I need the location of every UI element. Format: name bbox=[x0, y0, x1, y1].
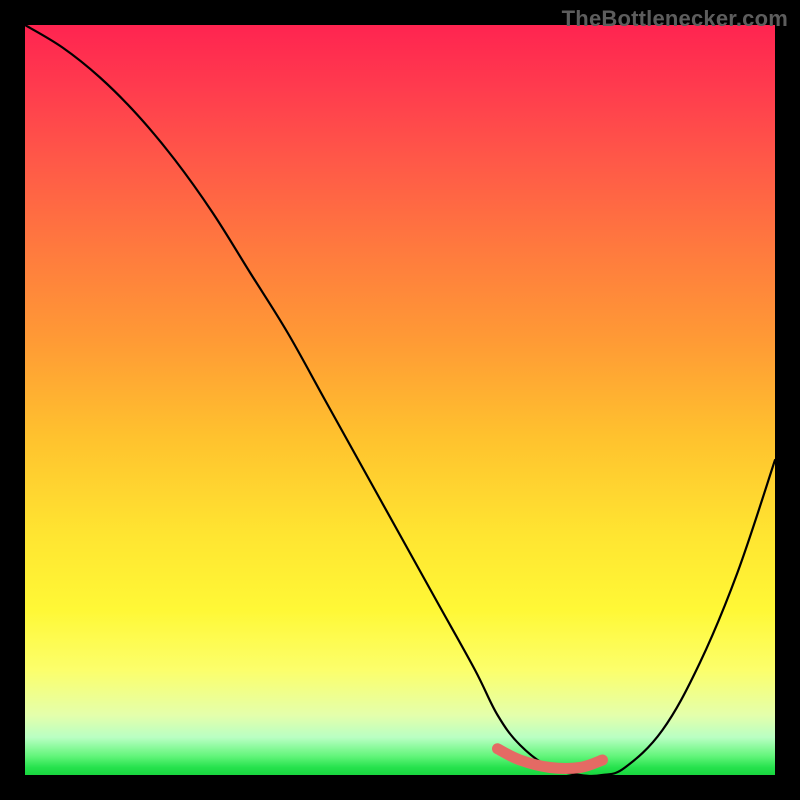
chart-svg bbox=[25, 25, 775, 775]
attribution-text: TheBottlenecker.com bbox=[562, 6, 788, 32]
bottleneck-curve-path bbox=[25, 25, 775, 775]
optimal-range-highlight bbox=[498, 749, 603, 769]
chart-frame: TheBottlenecker.com bbox=[0, 0, 800, 800]
plot-area bbox=[25, 25, 775, 775]
